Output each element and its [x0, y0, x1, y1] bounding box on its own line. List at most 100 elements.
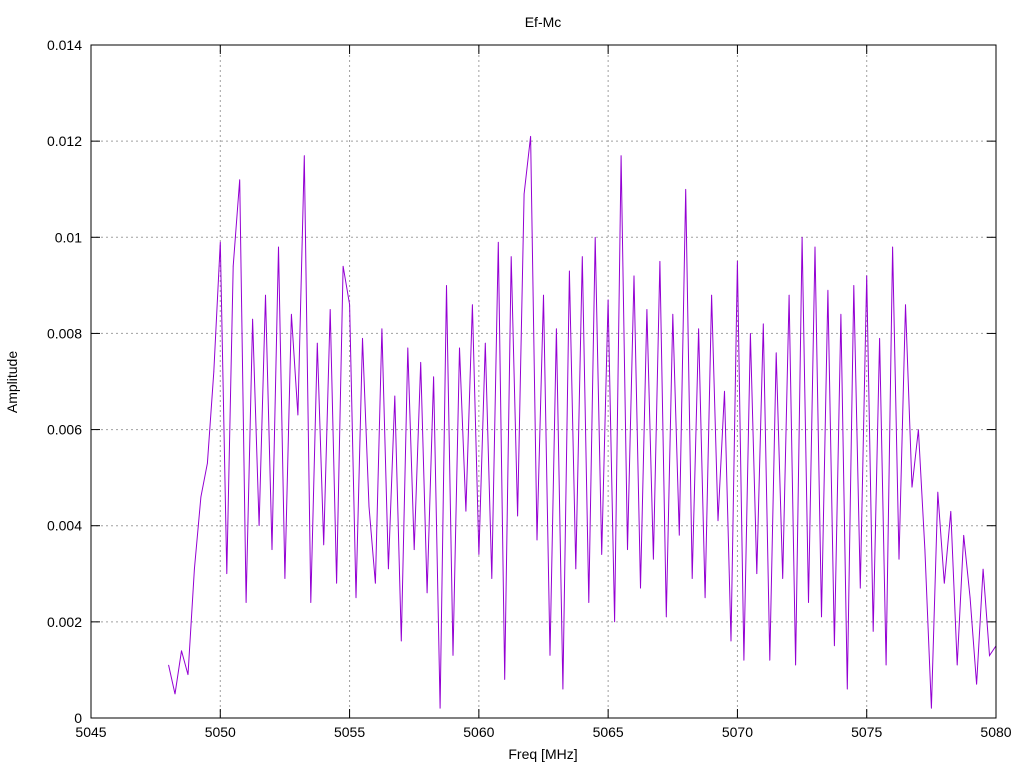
y-tick-label: 0.006 — [47, 422, 82, 438]
data-point — [756, 573, 758, 575]
x-tick-label: 5065 — [593, 724, 624, 740]
data-point — [808, 602, 809, 604]
data-point — [407, 347, 409, 349]
data-point — [918, 429, 919, 430]
data-point — [297, 414, 299, 416]
y-tick-label: 0.002 — [47, 614, 82, 630]
data-point — [672, 313, 674, 315]
data-point — [601, 554, 603, 555]
data-point — [782, 578, 784, 579]
data-point — [665, 616, 667, 618]
data-point — [762, 323, 764, 325]
data-point — [717, 520, 719, 522]
data-point — [892, 246, 893, 248]
data-point — [549, 655, 551, 656]
data-point — [937, 491, 939, 493]
data-point — [581, 256, 583, 257]
data-point — [905, 304, 906, 305]
data-point — [478, 554, 480, 555]
grid — [91, 45, 996, 718]
data-point — [219, 241, 221, 243]
data-point — [982, 568, 984, 570]
data-point — [575, 568, 577, 570]
y-tick-label: 0.01 — [55, 229, 82, 245]
data-point — [239, 179, 241, 181]
data-point — [368, 506, 370, 507]
x-tick-label: 5070 — [722, 724, 753, 740]
data-point — [866, 275, 868, 277]
data-point — [168, 664, 169, 666]
data-point — [187, 674, 189, 676]
data-point — [853, 284, 855, 286]
data-point — [336, 583, 338, 584]
data-point — [465, 510, 467, 512]
data-point — [898, 558, 900, 560]
data-point — [989, 655, 990, 656]
data-point — [963, 534, 965, 536]
data-point — [349, 304, 350, 305]
data-point — [872, 631, 874, 632]
data-point — [568, 270, 570, 272]
data-point — [950, 510, 952, 512]
data-point — [426, 592, 428, 594]
data-point — [517, 515, 519, 517]
data-point — [394, 395, 396, 397]
data-point — [497, 241, 499, 243]
data-point — [387, 568, 389, 570]
data-point — [685, 188, 687, 190]
data-point — [310, 602, 312, 604]
data-point — [691, 578, 693, 579]
y-tick-label: 0.004 — [47, 518, 82, 534]
data-point — [452, 655, 454, 656]
data-point — [543, 294, 544, 296]
data-point — [213, 371, 215, 373]
data-point — [504, 679, 506, 680]
data-point — [413, 549, 415, 551]
data-point — [956, 664, 958, 666]
data-point — [226, 573, 228, 575]
y-tick-label: 0.008 — [47, 325, 82, 341]
data-point — [724, 390, 725, 392]
ticks: 5045 5050 5055 5060 5065 5070 5075 5080 0 0.002 0.… — [47, 37, 1012, 740]
data-point — [704, 597, 706, 599]
data-point — [969, 597, 971, 599]
data-point — [342, 265, 344, 267]
data-point — [200, 496, 202, 498]
data-point — [840, 313, 842, 315]
data-point — [446, 284, 447, 286]
data-point — [730, 640, 732, 642]
data-point — [484, 342, 486, 344]
data-point — [439, 707, 441, 709]
data-point — [821, 616, 822, 618]
x-axis-label: Freq [MHz] — [508, 746, 577, 762]
series-line — [168, 136, 997, 709]
data-point — [827, 289, 829, 291]
data-point — [788, 294, 790, 296]
data-point — [607, 299, 609, 301]
x-tick-label: 5050 — [205, 724, 236, 740]
data-point — [711, 294, 712, 296]
data-point — [652, 558, 654, 560]
data-point — [562, 688, 564, 690]
x-tick-label: 5045 — [75, 724, 106, 740]
data-point — [814, 246, 816, 248]
data-point — [284, 578, 286, 579]
x-tick-label: 5055 — [334, 724, 365, 740]
data-point — [633, 275, 635, 277]
data-point — [943, 583, 945, 584]
data-point — [303, 155, 305, 156]
data-point — [258, 525, 260, 527]
data-point — [846, 688, 848, 690]
data-point — [232, 265, 234, 267]
y-tick-label: 0.014 — [47, 37, 82, 53]
data-point — [556, 328, 557, 330]
data-point — [640, 587, 641, 589]
data-point — [459, 347, 460, 349]
plot-border — [90, 44, 997, 719]
y-tick-label: 0 — [74, 710, 82, 726]
data-point — [290, 313, 292, 315]
data-point — [271, 549, 273, 551]
data-point — [911, 486, 913, 488]
y-axis-label: Amplitude — [4, 351, 20, 413]
data-point — [795, 664, 797, 666]
